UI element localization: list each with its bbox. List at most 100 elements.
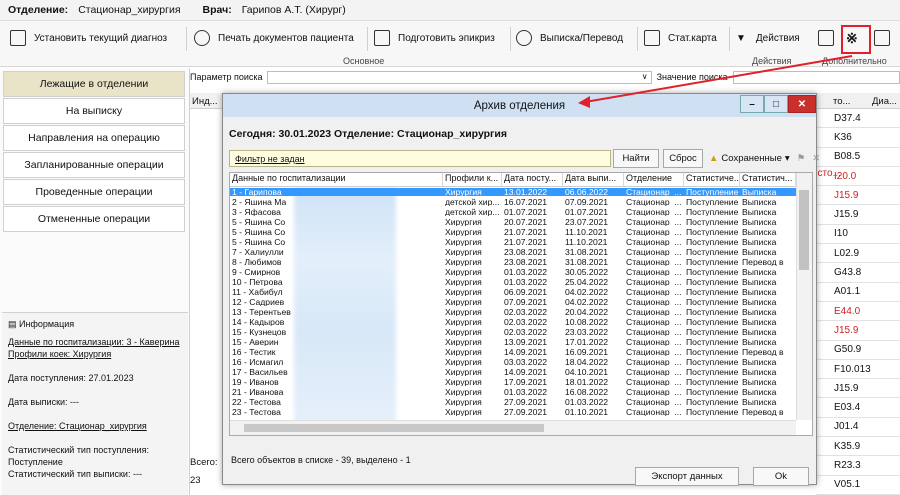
table-row[interactable]: 5 - Яшина Со Хирургия 21.07.2021 11.10.2021… <box>230 238 796 246</box>
table-row[interactable]: 23 - Тестова Хирургия 27.09.2021 01.10.2021… <box>230 408 796 416</box>
table-row[interactable]: 14 - Кадыров Хирургия 02.03.2022 10.08.2022… <box>230 318 796 326</box>
ribbon-divider <box>637 27 638 51</box>
table-row[interactable]: 5 - Яшина Со Хирургия 21.07.2021 11.10.2021… <box>230 228 796 236</box>
column-header[interactable]: Данные по госпитализации <box>230 173 443 187</box>
table-cell: 16.09.2021 <box>565 348 609 356</box>
sidebar-item-discharge[interactable]: На выписку <box>3 98 185 124</box>
diagnosis-cell: L02.9 <box>816 244 900 264</box>
search-param-select[interactable]: ∨ <box>266 70 652 84</box>
table-cell: 7 - Халиулли <box>232 248 284 256</box>
table-row[interactable]: 19 - Иванов Хирургия 17.09.2021 18.01.2022 С… <box>230 378 796 386</box>
sidebar-item-cancelled[interactable]: Отмененные операции <box>3 206 185 232</box>
context-bar: Отделение: Стационар_хирургия Врач: Гари… <box>0 0 900 21</box>
ribbon-divider <box>186 27 187 51</box>
table-cell: 23.08.2021 <box>504 248 548 256</box>
document-icon <box>374 30 390 46</box>
maximize-button[interactable]: □ <box>764 95 788 113</box>
calculator-button[interactable] <box>818 27 842 49</box>
info-title: Информация <box>19 319 75 329</box>
close-button[interactable]: ✕ <box>788 95 816 113</box>
search-value-input[interactable] <box>732 70 900 84</box>
archive-dialog: Архив отделения – □ ✕ Сегодня: 30.01.202… <box>222 93 820 486</box>
table-cell: Выписка <box>742 268 777 276</box>
close-icon: ✕ <box>797 98 807 110</box>
card-icon <box>644 30 660 46</box>
table-row[interactable]: 16 - Тестик Хирургия 14.09.2021 16.09.2021 С… <box>230 348 796 356</box>
table-cell: Поступление <box>686 188 739 196</box>
table-row[interactable]: 2 - Яшина Ма детской хир... 16.07.2021 07.0… <box>230 198 796 206</box>
column-header[interactable]: Статистич... <box>740 173 796 187</box>
table-row[interactable]: 10 - Петрова Хирургия 01.03.2022 25.04.2022… <box>230 278 796 286</box>
people-print-icon <box>194 30 210 46</box>
scroll-thumb[interactable] <box>799 190 809 270</box>
column-header[interactable]: Дата выпи... <box>563 173 624 187</box>
table-row[interactable]: 9 - Смирнов Хирургия 01.03.2022 30.05.2022 С… <box>230 268 796 276</box>
table-cell: 07.09.2021 <box>565 198 609 206</box>
table-cell: Поступление <box>686 258 739 266</box>
table-row[interactable]: 22 - Тестова Хирургия 27.09.2021 01.03.2022… <box>230 398 796 406</box>
table-cell: Поступление <box>686 278 739 286</box>
stat-card-button[interactable]: Стат.карта <box>644 27 717 49</box>
table-cell: Выписка <box>742 188 777 196</box>
dialog-titlebar[interactable]: Архив отделения – □ ✕ <box>223 94 816 117</box>
sidebar-item-inpatients[interactable]: Лежащие в отделении <box>3 71 185 97</box>
saved-dropdown[interactable]: ▲ Сохраненные ▾ ⚑ ✕ <box>709 153 820 164</box>
info-panel: ▤ Информация Данные по госпитализации: 3… <box>2 312 188 495</box>
table-row[interactable]: 7 - Халиулли Хирургия 23.08.2021 31.08.2021… <box>230 248 796 256</box>
table-cell: Выписка <box>742 328 777 336</box>
diagnosis-cell: J15.9 <box>816 186 900 206</box>
column-header[interactable]: Профили к... <box>443 173 502 187</box>
vertical-scrollbar[interactable] <box>796 173 812 420</box>
ribbon-toolbar: Установить текущий диагноз Печать докуме… <box>0 21 900 67</box>
export-button[interactable]: Экспорт данных <box>635 467 739 486</box>
find-button[interactable]: Найти <box>613 149 659 168</box>
prepare-epicrisis-button[interactable]: Подготовить эпикриз <box>374 27 495 49</box>
table-row[interactable]: 15 - Кузнецов Хирургия 02.03.2022 23.03.202… <box>230 328 796 336</box>
minimize-button[interactable]: – <box>740 95 764 113</box>
discharge-transfer-button[interactable]: Выписка/Перевод <box>516 27 623 49</box>
table-row[interactable]: 15 - Аверин Хирургия 13.09.2021 17.01.2022 С… <box>230 338 796 346</box>
table-cell: Стационар_... <box>626 258 682 266</box>
info-dept[interactable]: Отделение: Стационар_хирургия <box>8 420 182 432</box>
column-header[interactable]: Отделение <box>624 173 684 187</box>
col-to-header[interactable]: то... <box>833 96 850 107</box>
table-row[interactable]: 21 - Иванова Хирургия 01.03.2022 16.08.2022… <box>230 388 796 396</box>
hscroll-thumb[interactable] <box>244 424 544 432</box>
print-documents-button[interactable]: Печать документов пациента <box>194 27 354 49</box>
info-hosp[interactable]: Данные по госпитализации: 3 - Каверина <box>8 336 182 348</box>
sidebar-item-completed[interactable]: Проведенные операции <box>3 179 185 205</box>
table-row[interactable]: 12 - Садриев Хирургия 07.09.2021 04.02.2022… <box>230 298 796 306</box>
report-button[interactable] <box>874 27 898 49</box>
table-cell: Стационар_... <box>626 358 682 366</box>
table-row[interactable]: 5 - Яшина Со Хирургия 20.07.2021 23.07.2021… <box>230 218 796 226</box>
horizontal-scrollbar[interactable] <box>230 420 796 435</box>
table-cell: Поступление <box>686 308 739 316</box>
sidebar-item-planned[interactable]: Запланированные операции <box>3 152 185 178</box>
table-cell: Выписка <box>742 238 777 246</box>
table-row[interactable]: 16 - Исмагил Хирургия 03.03.2022 18.04.2022… <box>230 358 796 366</box>
actions-dropdown[interactable]: ▼ Действия <box>736 27 800 49</box>
sidebar-item-referrals[interactable]: Направления на операцию <box>3 125 185 151</box>
reset-button[interactable]: Сброс <box>663 149 703 168</box>
col-dia-header[interactable]: Диа... <box>872 96 897 107</box>
table-row[interactable]: 1 - Гарипова Хирургия 13.01.2022 06.06.2022… <box>230 188 796 197</box>
table-cell: 06.09.2021 <box>504 288 548 296</box>
info-profile[interactable]: Профили коек: Хирургия <box>8 348 182 360</box>
table-row[interactable]: 3 - Яфасова детской хир... 01.07.2021 01.07… <box>230 208 796 216</box>
col-ind-header[interactable]: Инд... <box>192 96 218 107</box>
filter-link[interactable]: Фильтр не задан <box>229 150 611 167</box>
report-icon <box>874 30 890 46</box>
column-header[interactable]: Статистиче... <box>684 173 740 187</box>
table-cell: 04.02.2022 <box>565 298 609 306</box>
column-header[interactable]: Дата посту... <box>502 173 563 187</box>
table-row[interactable]: 13 - Терентьев Хирургия 02.03.2022 20.04.20… <box>230 308 796 316</box>
table-cell: 20.04.2022 <box>565 308 609 316</box>
ok-button[interactable]: Ok <box>753 467 809 486</box>
table-cell: Хирургия <box>445 288 482 296</box>
table-cell: 11.10.2021 <box>565 228 608 236</box>
table-row[interactable]: 11 - Хабибул Хирургия 06.09.2021 04.02.2022… <box>230 288 796 296</box>
set-diagnosis-button[interactable]: Установить текущий диагноз <box>10 27 167 49</box>
table-row[interactable]: 8 - Любимов Хирургия 23.08.2021 31.08.2021 С… <box>230 258 796 266</box>
search-bar: Параметр поиска ∨ Значение поиска <box>190 70 900 84</box>
table-row[interactable]: 17 - Васильев Хирургия 14.09.2021 04.10.202… <box>230 368 796 376</box>
